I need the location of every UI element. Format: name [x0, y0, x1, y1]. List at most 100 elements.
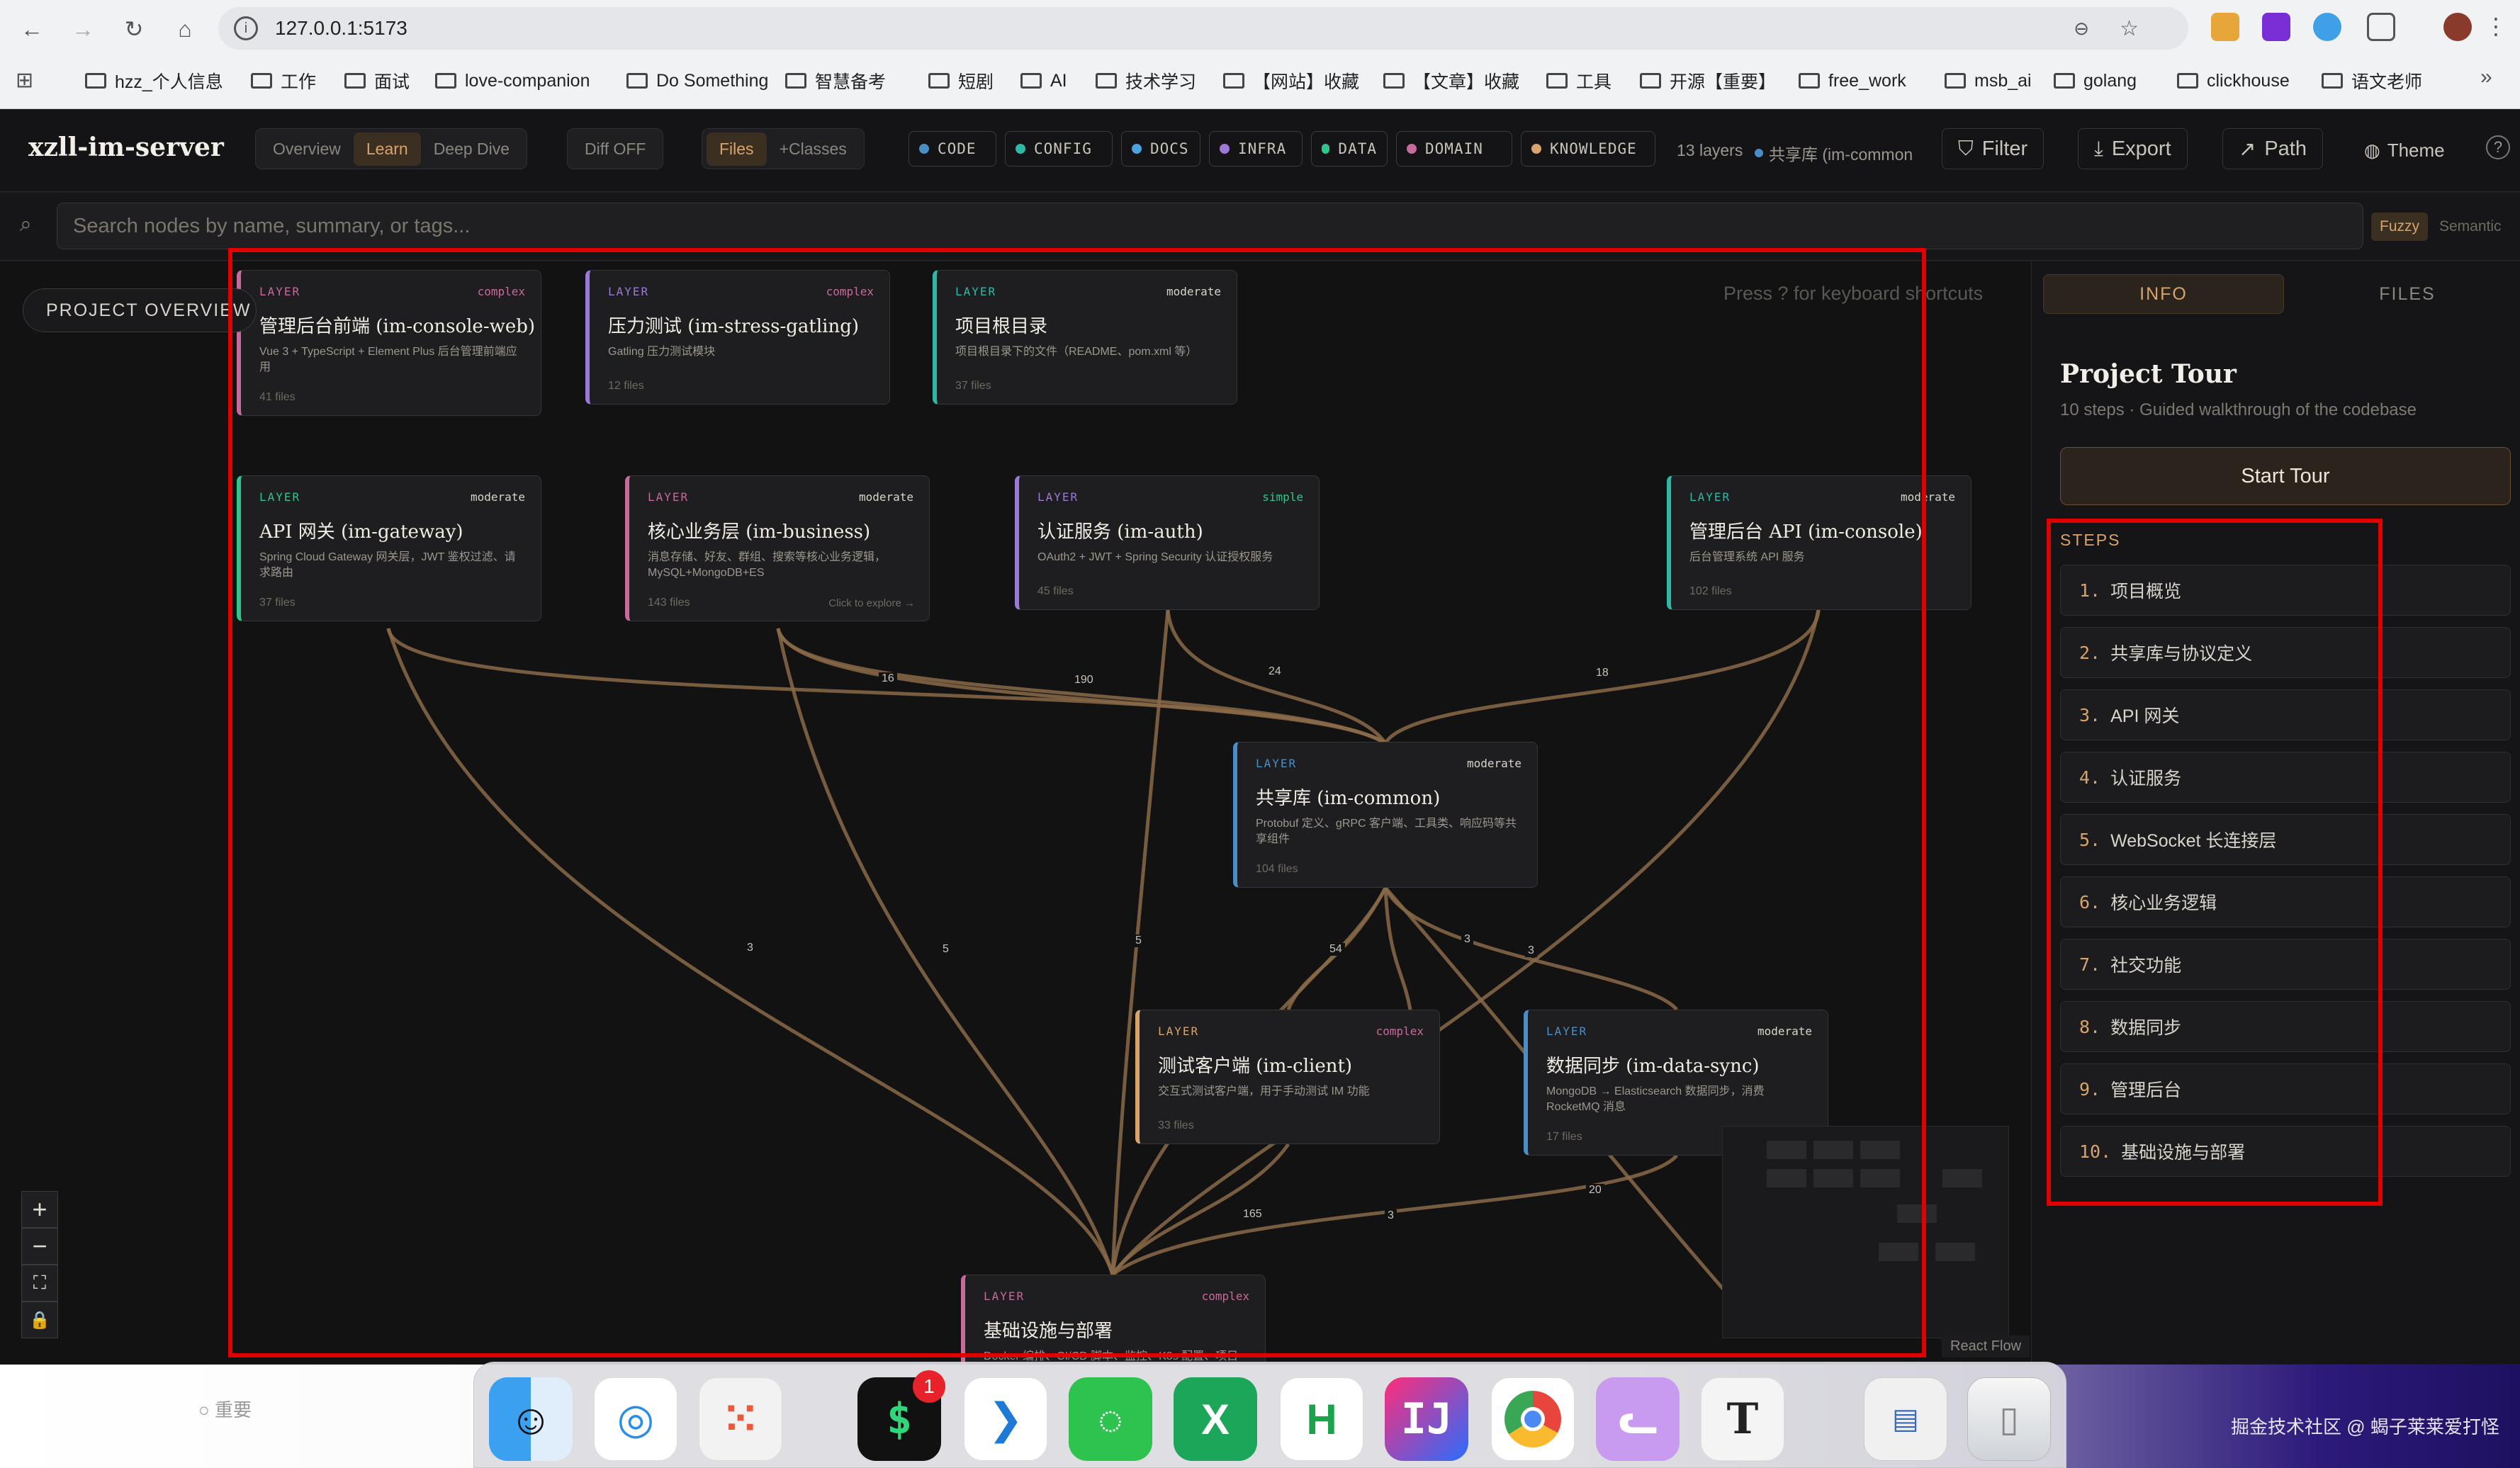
tour-step-10[interactable]: 10. 基础设施与部署 — [2060, 1126, 2511, 1177]
bookmark-item[interactable]: free_work — [1799, 68, 1906, 94]
bookmark-item[interactable]: golang — [2054, 68, 2137, 94]
tour-step-5[interactable]: 5. WebSocket 长连接层 — [2060, 814, 2511, 865]
graph-node-console[interactable]: LAYER moderate 管理后台 API (im-console) 后台管理系统… — [1667, 475, 1971, 610]
chat-bubble-app-icon[interactable]: ◎ — [594, 1377, 677, 1461]
tour-step-7[interactable]: 7. 社交功能 — [2060, 939, 2511, 990]
forward-icon[interactable]: → — [65, 11, 101, 47]
export-button[interactable]: ⤓ Export — [2078, 128, 2188, 169]
graph-node-auth[interactable]: LAYER simple 认证服务 (im-auth) OAuth2 + JWT + … — [1015, 475, 1320, 610]
graph-canvas[interactable]: LAYER complex 管理后台前端 (im-console-web) Vue 3… — [0, 261, 2031, 1364]
bookmark-star-icon[interactable]: ☆ — [2120, 16, 2139, 41]
install-app-icon[interactable]: ⊖ — [2074, 18, 2089, 40]
mode-deep-dive[interactable]: Deep Dive — [421, 132, 522, 166]
graph-node-common[interactable]: LAYER moderate 共享库 (im-common) Protobuf 定义、… — [1233, 742, 1538, 888]
tour-step-2[interactable]: 2. 共享库与协议定义 — [2060, 627, 2511, 678]
bookmark-item[interactable]: 开源【重要】 — [1640, 68, 1776, 94]
graph-node-infra[interactable]: LAYER complex 基础设施与部署 Docker 编排、CI/CD 脚本、监控… — [961, 1275, 1266, 1364]
extension-sync-icon[interactable] — [2313, 13, 2341, 41]
bookmark-item[interactable]: 语文老师 — [2322, 68, 2422, 94]
bookmark-item[interactable]: 技术学习 — [1096, 68, 1196, 94]
search-input[interactable] — [57, 203, 2363, 249]
typora-icon[interactable]: T — [1701, 1377, 1784, 1461]
start-tour-button[interactable]: Start Tour — [2060, 447, 2511, 505]
bookmark-item[interactable]: Do Something — [626, 68, 768, 94]
back-icon[interactable]: ← — [14, 11, 50, 47]
reload-icon[interactable]: ↻ — [116, 11, 152, 47]
semantic-toggle[interactable]: Semantic — [2439, 218, 2502, 235]
graph-node-console-web[interactable]: LAYER complex 管理后台前端 (im-console-web) Vue 3… — [237, 270, 541, 416]
bookmark-item[interactable]: 【文章】收藏 — [1383, 68, 1519, 94]
bookmark-item[interactable]: 工具 — [1546, 68, 1611, 94]
graph-node-client[interactable]: LAYER complex 测试客户端 (im-client) 交互式测试客户端，用于… — [1135, 1010, 1440, 1144]
bookmark-item[interactable]: 智慧备考 — [785, 68, 886, 94]
finder-icon[interactable]: ☺ — [489, 1377, 573, 1461]
bookmark-item[interactable]: AI — [1020, 68, 1067, 94]
mode-learn[interactable]: Learn — [353, 132, 421, 166]
tag-infra[interactable]: INFRA — [1209, 131, 1303, 166]
address-bar[interactable]: i 127.0.0.1:5173 ☆ ⊖ — [218, 7, 2188, 50]
mode-overview[interactable]: Overview — [260, 132, 354, 166]
graph-node-root[interactable]: LAYER moderate 项目根目录 项目根目录下的文件（README、pom.x… — [933, 270, 1237, 405]
lock-icon[interactable]: 🔒 — [21, 1302, 58, 1338]
tour-step-8[interactable]: 8. 数据同步 — [2060, 1001, 2511, 1052]
bookmark-item[interactable]: 工作 — [251, 68, 316, 94]
launchpad-icon[interactable]: ⁙ — [699, 1377, 782, 1461]
view-files[interactable]: Files — [707, 132, 767, 166]
bookmark-item[interactable]: love-companion — [435, 68, 590, 94]
minimap[interactable] — [1722, 1126, 2009, 1338]
tour-step-4[interactable]: 4. 认证服务 — [2060, 752, 2511, 803]
tag-config[interactable]: CONFIG — [1005, 131, 1113, 166]
graph-node-stress[interactable]: LAYER complex 压力测试 (im-stress-gatling) Gatl… — [585, 270, 890, 405]
theme-button[interactable]: ◍ Theme — [2364, 140, 2445, 162]
tag-data[interactable]: DATA — [1311, 131, 1388, 166]
tab-files[interactable]: FILES — [2287, 274, 2520, 314]
bookmark-item[interactable]: 【网站】收藏 — [1223, 68, 1359, 94]
vscode-icon[interactable]: ❯ — [964, 1377, 1047, 1461]
fuzzy-toggle[interactable]: Fuzzy — [2371, 213, 2429, 241]
wechat-icon[interactable]: ◌ — [1069, 1377, 1152, 1461]
tour-step-1[interactable]: 1. 项目概览 — [2060, 565, 2511, 616]
apps-grid-icon[interactable]: ⊞ — [16, 68, 33, 93]
intellij-icon[interactable]: IJ — [1385, 1377, 1468, 1461]
chrome-icon[interactable] — [1491, 1377, 1575, 1461]
cat-app-icon[interactable]: ᓚ — [1596, 1377, 1680, 1461]
trash-icon[interactable]: ▯ — [1967, 1377, 2051, 1461]
fit-view-icon[interactable]: ⛶ — [21, 1265, 58, 1302]
bookmark-item[interactable]: 面试 — [344, 68, 410, 94]
extension-tv-icon[interactable] — [2262, 13, 2290, 41]
selected-breadcrumb[interactable]: 共享库 (im-common — [1755, 141, 1913, 165]
graph-node-gateway[interactable]: LAYER moderate API 网关 (im-gateway) Spring C… — [237, 475, 541, 621]
bookmark-item[interactable]: clickhouse — [2177, 68, 2290, 94]
diff-toggle[interactable]: Diff OFF — [572, 132, 658, 166]
extensions-puzzle-icon[interactable] — [2367, 13, 2395, 41]
view-classes[interactable]: +Classes — [767, 132, 860, 166]
tour-step-9[interactable]: 9. 管理后台 — [2060, 1063, 2511, 1114]
tag-knowledge[interactable]: KNOWLEDGE — [1521, 131, 1655, 166]
hbuilder-icon[interactable]: H — [1280, 1377, 1363, 1461]
react-flow-attribution[interactable]: React Flow — [1942, 1336, 2030, 1357]
project-overview-button[interactable]: PROJECT OVERVIEW — [23, 288, 257, 332]
tag-code[interactable]: CODE — [909, 131, 996, 166]
site-info-icon[interactable]: i — [234, 16, 258, 40]
spreadsheet-icon[interactable]: X — [1174, 1377, 1257, 1461]
zoom-out-icon[interactable]: − — [21, 1228, 58, 1265]
help-icon[interactable]: ? — [2486, 135, 2510, 159]
zoom-in-icon[interactable]: + — [21, 1191, 58, 1228]
tag-domain[interactable]: DOMAIN — [1396, 131, 1512, 166]
filter-button[interactable]: ⛉ Filter — [1942, 128, 2044, 169]
path-button[interactable]: ↗ Path — [2222, 128, 2323, 169]
bookmark-item[interactable]: msb_ai — [1945, 68, 2032, 94]
extension-bookshelf-icon[interactable] — [2211, 13, 2239, 41]
document-preview-icon[interactable]: ▤ — [1864, 1377, 1947, 1461]
tag-docs[interactable]: DOCS — [1121, 131, 1200, 166]
bookmark-item[interactable]: hzz_个人信息 — [85, 68, 223, 94]
menu-dots-icon[interactable]: ⋮ — [2485, 13, 2507, 40]
more-bookmarks-icon[interactable]: » — [2480, 65, 2492, 89]
bookmark-item[interactable]: 短剧 — [928, 68, 994, 94]
dependency-edge[interactable] — [386, 628, 1387, 745]
graph-node-business[interactable]: LAYER moderate 核心业务层 (im-business) 消息存储、好友、… — [625, 475, 930, 621]
tab-info[interactable]: INFO — [2043, 274, 2284, 314]
tour-step-6[interactable]: 6. 核心业务逻辑 — [2060, 876, 2511, 927]
tour-step-3[interactable]: 3. API 网关 — [2060, 689, 2511, 740]
profile-avatar[interactable] — [2443, 13, 2472, 41]
